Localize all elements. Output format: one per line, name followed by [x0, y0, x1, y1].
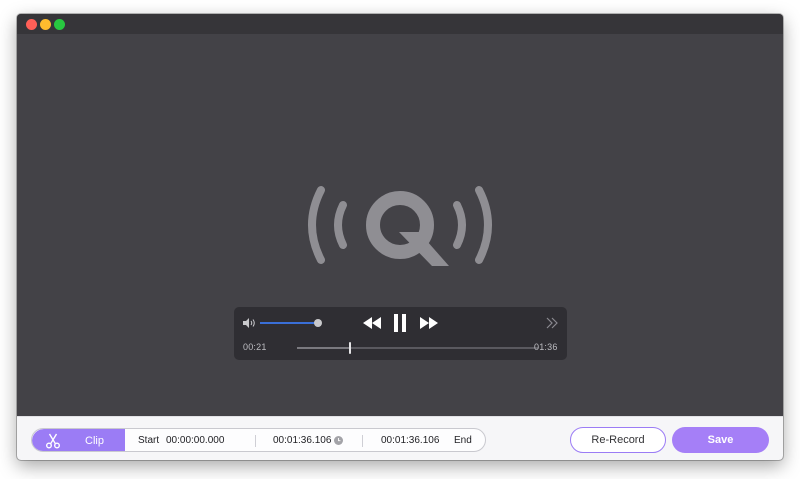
pause-icon	[394, 314, 406, 332]
total-time: 01:36	[534, 342, 558, 352]
playback-controls: 00:21 01:36	[234, 307, 567, 360]
recorder-window: 00:21 01:36 Clip Start 00:00:00.000 00:0…	[17, 14, 783, 460]
save-button[interactable]: Save	[672, 427, 769, 453]
fast-forward-button[interactable]	[418, 312, 440, 334]
clip-range-group: Clip Start 00:00:00.000 00:01:36.106 00:…	[31, 428, 486, 452]
close-window-button[interactable]	[26, 19, 37, 30]
clock-icon	[334, 436, 343, 445]
bottom-toolbar: Clip Start 00:00:00.000 00:01:36.106 00:…	[17, 416, 783, 460]
speaker-icon[interactable]	[242, 317, 256, 329]
clip-duration: 00:01:36.106	[273, 435, 332, 446]
scissors-icon	[46, 433, 60, 449]
volume-slider-handle[interactable]	[314, 319, 322, 327]
divider	[362, 435, 363, 447]
title-bar	[17, 14, 783, 34]
re-record-button[interactable]: Re-Record	[570, 427, 666, 453]
volume-slider-track[interactable]	[260, 322, 317, 324]
start-time-field[interactable]: 00:00:00.000	[166, 435, 224, 446]
end-time-field[interactable]: 00:01:36.106	[381, 435, 439, 446]
end-label: End	[454, 435, 472, 446]
clip-label: Clip	[85, 435, 104, 447]
start-label: Start	[138, 435, 160, 446]
pause-button[interactable]	[389, 312, 411, 334]
progress-bar[interactable]	[297, 342, 539, 354]
minimize-window-button[interactable]	[40, 19, 51, 30]
audio-broadcast-q-logo-icon	[308, 186, 492, 266]
progress-handle[interactable]	[349, 342, 352, 354]
rewind-icon	[363, 317, 381, 329]
fast-forward-icon	[420, 317, 438, 329]
divider	[255, 435, 256, 447]
clip-button[interactable]: Clip	[32, 429, 125, 451]
rewind-button[interactable]	[361, 312, 383, 334]
double-chevron-right-icon[interactable]	[545, 316, 559, 330]
progress-fill	[297, 347, 351, 349]
maximize-window-button[interactable]	[54, 19, 65, 30]
current-time: 00:21	[243, 342, 267, 352]
